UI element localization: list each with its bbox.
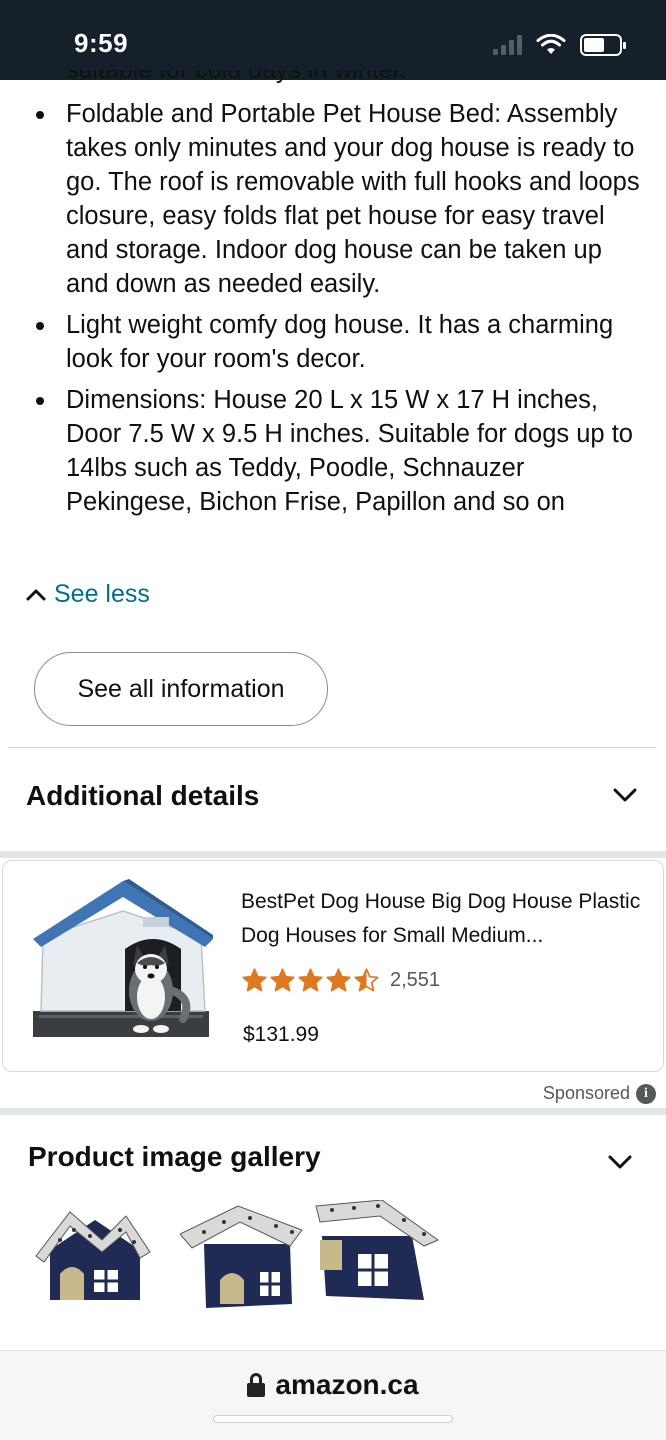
bullet-dot <box>36 322 44 330</box>
battery-icon <box>580 34 626 56</box>
gallery-thumbnail-1[interactable] <box>30 1200 160 1318</box>
bullet-dot <box>36 111 44 119</box>
chevron-down-icon[interactable] <box>612 787 638 803</box>
cutoff-text: suitable for cold days in winter. <box>66 70 407 84</box>
star-half-icon <box>354 968 379 992</box>
star-full-icon <box>242 968 267 992</box>
product-image-gallery-title[interactable]: Product image gallery <box>28 1141 321 1173</box>
lock-icon <box>247 1373 266 1397</box>
additional-details-title[interactable]: Additional details <box>26 780 259 812</box>
browser-bottom-bar: amazon.ca <box>0 1350 666 1440</box>
see-less-label: See less <box>54 580 150 608</box>
sponsored-product-title[interactable]: BestPet Dog House Big Dog House Plastic … <box>241 885 641 953</box>
cellular-signal-icon <box>493 35 522 55</box>
home-indicator[interactable] <box>213 1415 453 1423</box>
divider <box>8 747 656 748</box>
see-all-information-button[interactable]: See all information <box>34 652 328 726</box>
sponsored-label-row[interactable]: Sponsored i <box>543 1083 656 1104</box>
feature-bullets: Foldable and Portable Pet House Bed: Ass… <box>30 97 640 526</box>
gallery-thumbnail-2[interactable] <box>180 1200 310 1318</box>
section-separator <box>0 1108 666 1115</box>
bullet-text: Dimensions: House 20 L x 15 W x 17 H inc… <box>66 386 633 516</box>
status-bar: 9:59 <box>0 0 666 80</box>
bullet-item: Foldable and Portable Pet House Bed: Ass… <box>30 97 640 301</box>
chevron-up-icon <box>26 589 46 600</box>
bullet-text: Light weight comfy dog house. It has a c… <box>66 311 614 373</box>
bullet-dot <box>36 397 44 405</box>
section-separator <box>0 851 666 858</box>
bullet-item: Light weight comfy dog house. It has a c… <box>30 308 640 376</box>
see-less-link[interactable]: See less <box>26 580 150 609</box>
url-text[interactable]: amazon.ca <box>275 1369 418 1401</box>
star-full-icon <box>270 968 295 992</box>
dog-house-product-image <box>33 879 213 1037</box>
gallery-thumbnail-3[interactable] <box>312 1200 442 1318</box>
star-full-icon <box>326 968 351 992</box>
chevron-down-icon[interactable] <box>607 1154 633 1170</box>
sponsored-product-price: $131.99 <box>243 1023 319 1046</box>
sponsored-label: Sponsored <box>542 1083 630 1103</box>
rating-stars <box>241 967 380 994</box>
status-icons <box>493 30 626 60</box>
star-full-icon <box>298 968 323 992</box>
sponsored-product-card[interactable]: BestPet Dog House Big Dog House Plastic … <box>2 860 664 1072</box>
wifi-icon <box>536 34 566 54</box>
rating-count: 2,551 <box>390 969 441 991</box>
star-rating: 2,551 <box>241 967 440 994</box>
bullet-text: Foldable and Portable Pet House Bed: Ass… <box>66 100 640 298</box>
address-bar[interactable]: amazon.ca <box>0 1369 666 1401</box>
info-icon[interactable]: i <box>636 1083 656 1104</box>
bullet-item: Dimensions: House 20 L x 15 W x 17 H inc… <box>30 383 640 519</box>
status-time: 9:59 <box>74 28 129 58</box>
